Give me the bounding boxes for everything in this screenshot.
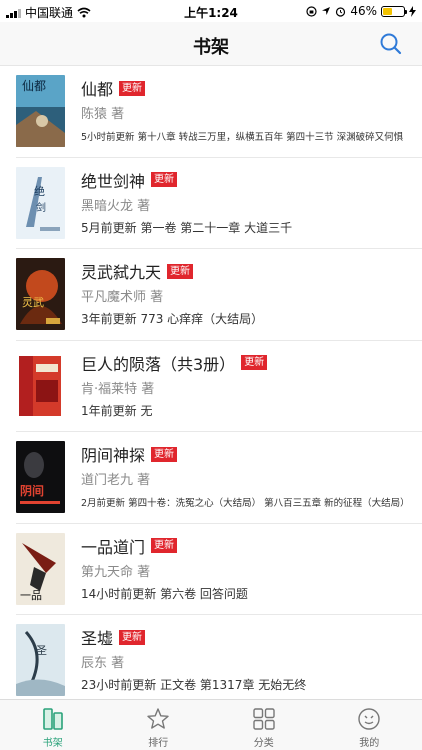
svg-text:一品: 一品 xyxy=(20,589,42,602)
svg-text:灵武: 灵武 xyxy=(22,296,44,309)
book-title: 阴间神探 xyxy=(81,446,146,465)
book-cover: 灵武 xyxy=(16,258,65,330)
book-cover: 阴间 xyxy=(16,441,65,513)
book-author: 第九天命 著 xyxy=(81,564,151,580)
book-latest-update: 5小时前更新 第十八章 转战三万里，纵横五百年 第四十三节 深渊破碎又何惧 xyxy=(81,132,404,143)
book-latest-update: 5月前更新 第一卷 第二十一章 大道三千 xyxy=(81,220,293,235)
book-author: 平凡魔术师 著 xyxy=(81,290,164,305)
svg-text:绝: 绝 xyxy=(34,184,45,198)
book-title: 圣墟 xyxy=(81,629,114,648)
book-title: 一品道门 xyxy=(81,537,146,557)
tab-category[interactable]: 分类 xyxy=(211,700,317,750)
search-button[interactable] xyxy=(378,31,404,57)
book-item[interactable]: 灵武 灵武弑九天 更新 平凡魔术师 著 3年前更新 773 心痒痒（大结局） xyxy=(0,249,422,341)
book-author: 黑暗火龙 著 xyxy=(81,198,151,214)
profile-face-icon xyxy=(358,708,380,730)
book-latest-update: 2月前更新 第四十卷：洗冤之心（大结局） 第八百三五章 新的征程（大结局） xyxy=(81,498,410,509)
book-latest-update: 1年前更新 无 xyxy=(81,403,153,418)
book-cover: 仙都 xyxy=(16,75,65,147)
book-latest-update: 14小时前更新 第六卷 回答问题 xyxy=(81,586,248,601)
search-icon xyxy=(380,33,402,55)
battery-fill xyxy=(383,7,393,15)
tab-label: 排行 xyxy=(148,738,169,749)
charging-bolt-icon xyxy=(409,5,416,17)
tab-label: 分类 xyxy=(253,738,274,749)
battery-icon xyxy=(381,5,407,17)
book-item[interactable]: 圣 圣墟 更新 辰东 著 23小时前更新 正文卷 第1317章 无始无终 xyxy=(0,615,422,699)
tab-label: 我的 xyxy=(359,738,380,749)
book-author: 辰东 著 xyxy=(81,656,125,671)
rotation-lock-icon xyxy=(306,5,317,17)
update-badge: 更新 xyxy=(151,446,178,462)
bookshelf-icon xyxy=(42,708,63,730)
bookshelf-list: 仙都 仙都 更新 陈猿 著 5小时前更新 第十八章 转战三万里，纵横五百年 第四… xyxy=(0,66,422,699)
update-badge: 更新 xyxy=(151,172,178,187)
tab-bookshelf[interactable]: 书架 xyxy=(0,700,106,750)
tab-profile[interactable]: 我的 xyxy=(317,700,422,750)
book-author: 陈猿 著 xyxy=(81,107,125,122)
update-badge: 更新 xyxy=(167,263,194,279)
update-badge: 更新 xyxy=(241,355,268,370)
book-latest-update: 23小时前更新 正文卷 第1317章 无始无终 xyxy=(81,678,307,692)
book-item[interactable]: 阴间 阴间神探 更新 道门老九 著 2月前更新 第四十卷：洗冤之心（大结局） 第… xyxy=(0,432,422,524)
book-item[interactable]: 仙都 仙都 更新 陈猿 著 5小时前更新 第十八章 转战三万里，纵横五百年 第四… xyxy=(0,66,422,158)
page-title: 书架 xyxy=(193,37,229,58)
battery-percent: 46% xyxy=(350,4,377,18)
book-title: 巨人的陨落（共3册） xyxy=(81,354,236,374)
tab-label: 书架 xyxy=(42,738,63,749)
star-icon xyxy=(147,708,169,729)
update-badge: 更新 xyxy=(151,538,178,553)
svg-text:剑: 剑 xyxy=(36,201,46,214)
status-right: 46% xyxy=(306,4,416,18)
book-cover: 一品 xyxy=(16,532,65,605)
tab-ranking[interactable]: 排行 xyxy=(106,700,212,750)
status-bar: 中国联通 上午1:24 46% xyxy=(0,0,422,22)
book-item[interactable]: 绝 剑 绝世剑神 更新 黑暗火龙 著 5月前更新 第一卷 第二十一章 大道三千 xyxy=(0,158,422,250)
book-cover: 绝 剑 xyxy=(16,166,65,239)
svg-text:阴间: 阴间 xyxy=(20,483,44,498)
book-item[interactable]: 巨人的陨落（共3册） 更新 肯·福莱特 著 1年前更新 无 xyxy=(0,341,422,433)
book-author: 肯·福莱特 著 xyxy=(81,381,155,397)
book-item[interactable]: 一品 一品道门 更新 第九天命 著 14小时前更新 第六卷 回答问题 xyxy=(0,524,422,616)
book-author: 道门老九 著 xyxy=(81,473,151,488)
nav-bar: 书架 xyxy=(0,22,422,66)
book-cover: 圣 xyxy=(16,624,65,696)
bottom-tab-bar: 书架 排行 分类 我的 xyxy=(0,699,422,750)
book-cover xyxy=(16,349,65,422)
svg-text:仙都: 仙都 xyxy=(22,79,46,93)
svg-text:圣: 圣 xyxy=(36,644,47,657)
update-badge: 更新 xyxy=(119,80,146,96)
location-arrow-icon xyxy=(322,7,331,15)
update-badge: 更新 xyxy=(119,629,146,645)
book-title: 绝世剑神 xyxy=(81,171,146,191)
category-grid-icon xyxy=(253,708,275,730)
alarm-icon xyxy=(336,6,346,17)
book-title: 灵武弑九天 xyxy=(81,263,162,282)
book-title: 仙都 xyxy=(81,80,114,99)
book-latest-update: 3年前更新 773 心痒痒（大结局） xyxy=(81,312,264,326)
